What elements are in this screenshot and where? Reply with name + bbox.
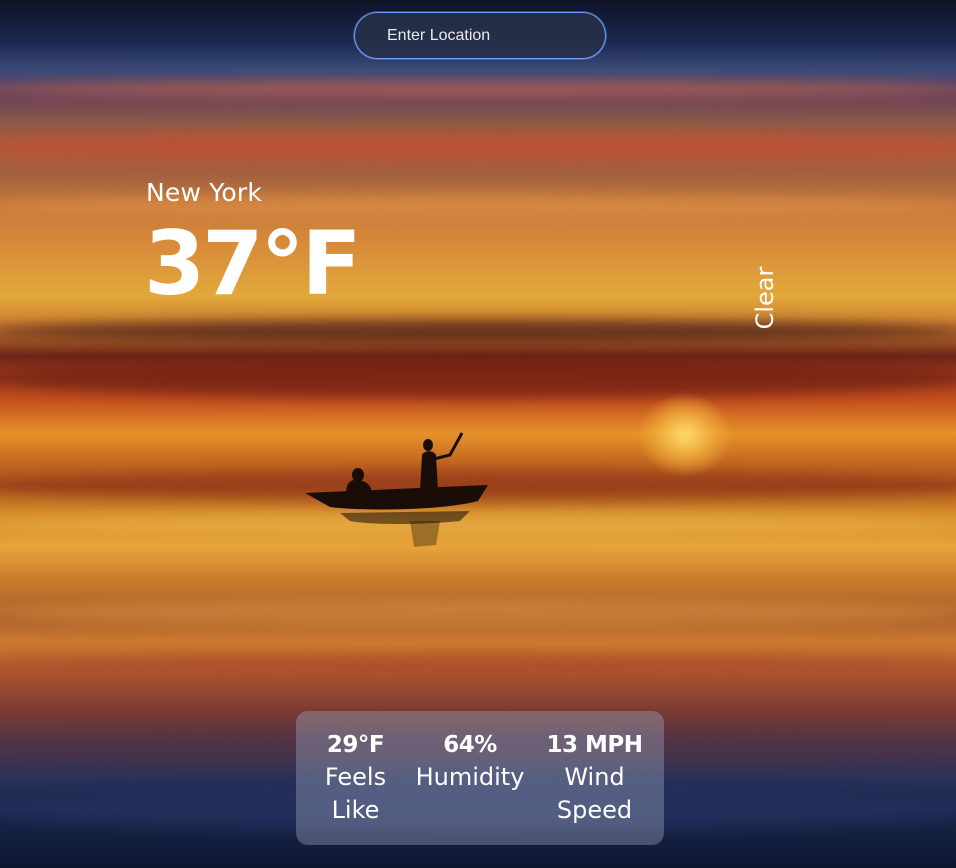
weather-stats-panel: 29°F Feels Like 64% Humidity 13 MPH Wind… [296,711,664,845]
feels-like-label-line1: Feels [324,762,387,791]
sun-glow [640,395,730,475]
wind-speed-value: 13 MPH [546,732,643,758]
city-name: New York [146,178,263,207]
boat-icon [305,432,488,547]
location-search-input[interactable] [354,12,606,59]
humidity-value: 64% [443,732,497,758]
wind-speed-stat: 13 MPH Wind Speed [545,731,645,845]
humidity-stat: 64% Humidity [415,731,525,845]
feels-like-value: 29°F [326,732,385,758]
feels-like-stat: 29°F Feels Like [316,731,396,845]
weather-app: New York 37°F Clear 29°F Feels Like 64% … [0,0,956,868]
weather-condition: Clear [751,266,779,330]
feels-like-label-line2: Like [331,796,380,825]
wind-speed-label-line1: Wind [564,762,625,791]
wind-speed-label-line2: Speed [556,796,633,825]
current-temperature: 37°F [144,212,362,315]
humidity-label: Humidity [415,762,525,791]
search-bar [354,12,606,59]
